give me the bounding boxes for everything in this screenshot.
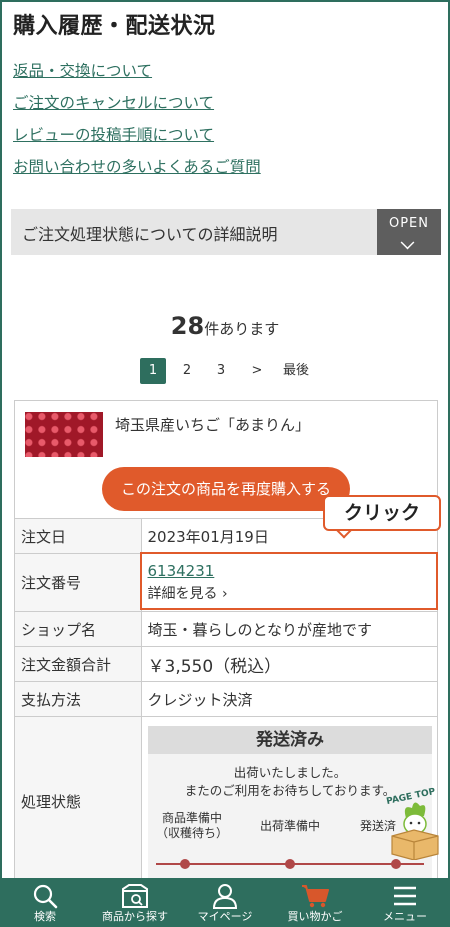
result-count: 28件あります xyxy=(0,312,450,340)
nav-menu[interactable]: メニュー xyxy=(360,878,450,927)
table-row: ショップ名 埼玉・暮らしのとなりが産地です xyxy=(15,611,437,647)
cancel-link[interactable]: ご注文のキャンセルについて xyxy=(13,92,261,124)
product-image[interactable] xyxy=(25,412,103,457)
nav-cart[interactable]: 買い物かご xyxy=(270,878,360,927)
nav-menu-label: メニュー xyxy=(383,910,427,923)
order-total-value: ￥3,550（税込） xyxy=(141,646,437,682)
processing-status-label: 処理状態 xyxy=(15,716,142,880)
faq-link[interactable]: お問い合わせの多いよくあるご質問 xyxy=(13,156,261,188)
step-shipping-prep: 出荷準備中 xyxy=(259,819,320,833)
nav-mypage[interactable]: マイページ xyxy=(180,878,270,927)
order-date-label: 注文日 xyxy=(15,518,142,554)
shop-name-value: 埼玉・暮らしのとなりが産地です xyxy=(141,611,437,647)
step-preparing-line-2: （収穫待ち） xyxy=(155,826,228,840)
table-row: 支払方法 クレジット決済 xyxy=(15,681,437,717)
page-1-button[interactable]: 1 xyxy=(140,358,166,384)
click-callout: クリック xyxy=(323,495,441,531)
page-top-button[interactable]: PAGE TOP xyxy=(384,787,442,860)
step-preparing-line-1: 商品準備中 xyxy=(161,811,222,825)
shop-name-label: ショップ名 xyxy=(15,611,142,647)
nav-search[interactable]: 検索 xyxy=(0,878,90,927)
last-page-button[interactable]: 最後 xyxy=(278,358,314,384)
review-link[interactable]: レビューの投稿手順について xyxy=(13,124,261,156)
result-count-number: 28 xyxy=(170,312,205,340)
accordion-label: ご注文処理状態についての詳細説明 xyxy=(22,225,278,244)
chevron-down-icon xyxy=(400,235,415,250)
page-2-button[interactable]: 2 xyxy=(174,358,200,384)
status-message-line-1: 出荷いたしました。 xyxy=(233,765,347,780)
payment-method-value: クレジット決済 xyxy=(141,681,437,717)
open-label: OPEN xyxy=(388,216,429,231)
nav-browse-label: 商品から探す xyxy=(102,910,168,923)
payment-method-label: 支払方法 xyxy=(15,681,142,717)
step-dot xyxy=(180,859,190,869)
step-dot xyxy=(391,859,401,869)
user-icon xyxy=(212,884,238,909)
open-button[interactable]: OPEN xyxy=(377,209,441,255)
step-preparing: 商品準備中 （収穫待ち） xyxy=(152,811,232,841)
order-total-label: 注文金額合計 xyxy=(15,646,142,682)
nav-search-label: 検索 xyxy=(34,910,56,923)
order-card: 埼玉県産いちご「あまりん」 この注文の商品を再度購入する 注文日 2023年01… xyxy=(14,400,438,880)
product-search-icon xyxy=(122,884,148,908)
page-title: 購入履歴・配送状況 xyxy=(13,14,216,39)
result-count-suffix: 件あります xyxy=(204,320,280,338)
bottom-navigation: 検索 商品から探す マイページ 買い物かご メニュー xyxy=(0,878,450,927)
shopping-cart-icon xyxy=(302,885,329,908)
search-icon xyxy=(33,884,58,909)
page-3-button[interactable]: 3 xyxy=(208,358,234,384)
order-number-highlight xyxy=(140,552,438,610)
product-name[interactable]: 埼玉県産いちご「あまりん」 xyxy=(115,414,310,435)
table-row: 注文金額合計 ￥3,550（税込） xyxy=(15,646,437,682)
step-dot xyxy=(285,859,295,869)
nav-mypage-label: マイページ xyxy=(197,910,253,923)
status-heading: 発送済み xyxy=(148,726,432,754)
help-links: 返品・交換について ご注文のキャンセルについて レビューの投稿手順について お問… xyxy=(13,60,261,188)
nav-cart-label: 買い物かご xyxy=(287,910,343,923)
next-page-button[interactable]: > xyxy=(244,358,270,384)
order-number-label: 注文番号 xyxy=(15,553,142,612)
vegetable-box-icon xyxy=(391,802,439,860)
status-explanation-accordion[interactable]: ご注文処理状態についての詳細説明 OPEN xyxy=(11,209,441,255)
nav-browse-products[interactable]: 商品から探す xyxy=(90,878,180,927)
rebuy-button[interactable]: この注文の商品を再度購入する xyxy=(102,467,350,511)
menu-icon xyxy=(394,886,416,906)
returns-link[interactable]: 返品・交換について xyxy=(13,60,261,92)
